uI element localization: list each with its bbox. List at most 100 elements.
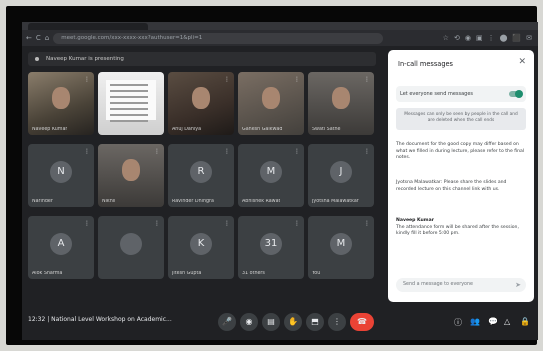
- mic-muted-icon: ⋮: [364, 220, 370, 227]
- participant-video: [192, 87, 210, 110]
- reload-icon[interactable]: C: [36, 34, 41, 42]
- captions-button[interactable]: ▤: [262, 313, 280, 331]
- mic-muted-icon: ⋮: [84, 220, 90, 227]
- end-call-button[interactable]: ☎: [350, 313, 374, 331]
- info-icon[interactable]: ⓘ: [454, 317, 462, 328]
- more-options-button[interactable]: ⋮: [328, 313, 346, 331]
- activities-icon[interactable]: △: [504, 317, 510, 326]
- camera-button[interactable]: ◉: [240, 313, 258, 331]
- back-icon[interactable]: ←: [26, 34, 32, 42]
- extension-icon[interactable]: ⟲: [454, 34, 460, 42]
- participant-tile[interactable]: ⋮ Ganesh Gaikwad: [238, 72, 304, 135]
- info-separator: |: [47, 316, 50, 323]
- participant-video: [332, 87, 350, 110]
- avatar: N: [50, 160, 72, 183]
- shared-document-thumbnail: [106, 80, 156, 122]
- mic-muted-icon: ⋮: [364, 76, 370, 83]
- participant-grid: ⋮ Naveep Kumar ⋮ ⋮ Anuj Dahiya ⋮ Ganesh Gaikwa…: [28, 72, 378, 290]
- mic-muted-icon: ⋮: [364, 148, 370, 155]
- extension-icon[interactable]: ▣: [476, 34, 483, 42]
- participant-tile[interactable]: ⋮: [98, 72, 164, 135]
- participant-tile[interactable]: K ⋮ Jitesh Gupta: [168, 216, 234, 279]
- mic-muted-icon: ⋮: [294, 148, 300, 155]
- chat-message: Naveep Kumar The attendance form will be…: [396, 218, 526, 238]
- allow-messages-row: Let everyone send messages: [396, 86, 526, 102]
- participant-name: Jitesh Gupta: [172, 271, 202, 276]
- extension-icons: ☆ ⟲ ◉ ▣ ⋮ ⬤ ⬛ ✉: [443, 34, 534, 42]
- mic-muted-icon: ⋮: [154, 76, 160, 83]
- mic-muted-icon: ⋮: [294, 220, 300, 227]
- participant-tile[interactable]: ⋮ Naveep Kumar: [28, 72, 94, 135]
- participant-name: Alok Sharma: [32, 271, 63, 276]
- active-tab[interactable]: [28, 23, 148, 30]
- extension-icon[interactable]: ◉: [465, 34, 471, 42]
- participant-video: [122, 159, 140, 182]
- avatar: M: [260, 160, 282, 183]
- extension-icon[interactable]: ⬛: [512, 34, 521, 42]
- message-input[interactable]: Send a message to everyone ➤: [396, 278, 526, 292]
- avatar: R: [190, 160, 212, 183]
- chat-message: The document for the good copy may diffe…: [396, 142, 526, 162]
- mic-muted-icon: ⋮: [224, 148, 230, 155]
- profile-icon[interactable]: ⬤: [500, 34, 508, 42]
- participant-name: Narinder: [32, 199, 53, 204]
- people-icon[interactable]: 👥: [470, 317, 480, 326]
- participant-name: Naveep Kumar: [32, 127, 68, 132]
- toggle-label: Let everyone send messages: [400, 91, 474, 97]
- mic-button[interactable]: 🎤: [218, 313, 236, 331]
- participant-tile[interactable]: A ⋮ Alok Sharma: [28, 216, 94, 279]
- participant-name: Swati Sathe: [312, 127, 341, 132]
- menu-icon[interactable]: ⋮: [488, 34, 495, 42]
- mic-muted-icon: ⋮: [224, 76, 230, 83]
- participant-tile[interactable]: ⋮ Anuj Dahiya: [168, 72, 234, 135]
- mic-muted-icon: ⋮: [154, 148, 160, 155]
- mic-muted-icon: ⋮: [84, 148, 90, 155]
- home-icon[interactable]: ⌂: [45, 34, 49, 42]
- presenting-banner[interactable]: Naveep Kumar is presenting: [28, 52, 376, 66]
- participant-tile[interactable]: N ⋮ Narinder: [28, 144, 94, 207]
- allow-messages-toggle[interactable]: [509, 90, 523, 98]
- close-icon[interactable]: ✕: [518, 57, 526, 67]
- participant-name: Jyotsna Malawatkar: [312, 199, 359, 204]
- message-text: The document for the good copy may diffe…: [396, 142, 525, 160]
- chat-notice: Messages can only be seen by people in t…: [396, 108, 526, 130]
- host-controls-icon[interactable]: 🔒: [520, 317, 530, 326]
- participant-name: You: [312, 271, 321, 276]
- mic-muted-icon: ⋮: [154, 220, 160, 227]
- raise-hand-button[interactable]: ✋: [284, 313, 302, 331]
- presenting-icon: [35, 57, 39, 61]
- participant-name: Ganesh Gaikwad: [242, 127, 283, 132]
- meeting-title: National Level Workshop on Academic...: [51, 316, 172, 323]
- bookmark-star-icon[interactable]: ☆: [443, 34, 449, 42]
- participant-tile[interactable]: 31 ⋮ 31 others: [238, 216, 304, 279]
- avatar: K: [190, 232, 212, 255]
- participant-video: [262, 87, 280, 110]
- mic-muted-icon: ⋮: [84, 76, 90, 83]
- address-toolbar: ← C ⌂ meet.google.com/xxx-xxxx-xxx?authu…: [22, 30, 538, 46]
- mic-muted-icon: ⋮: [294, 76, 300, 83]
- participant-name: Abhishek Rawat: [242, 199, 281, 204]
- mail-icon[interactable]: ✉: [526, 34, 532, 42]
- participant-name: 31 others: [242, 271, 265, 276]
- participant-tile[interactable]: M ⋮ You: [308, 216, 374, 279]
- send-icon[interactable]: ➤: [515, 278, 521, 292]
- participant-tile[interactable]: ⋮: [98, 216, 164, 279]
- participant-tile[interactable]: R ⋮ Ravinder Dhingra: [168, 144, 234, 207]
- chat-message: Jyotsna Malawatkar: Please share the sli…: [396, 180, 526, 193]
- participant-name: Anuj Dahiya: [172, 127, 202, 132]
- avatar: A: [50, 232, 72, 255]
- message-placeholder: Send a message to everyone: [403, 282, 473, 287]
- meeting-info: 12:32 | National Level Workshop on Acade…: [28, 316, 172, 323]
- participant-tile[interactable]: ⋮ Swati Sathe: [308, 72, 374, 135]
- avatar: M: [330, 232, 352, 255]
- chat-icon[interactable]: 💬: [488, 317, 498, 326]
- participant-tile[interactable]: ⋮ Nikhil: [98, 144, 164, 207]
- message-text: The attendance form will be shared after…: [396, 224, 519, 237]
- tab-strip: [22, 22, 538, 30]
- presenting-text: Naveep Kumar is presenting: [46, 56, 124, 62]
- url-field[interactable]: meet.google.com/xxx-xxxx-xxx?authuser=1&…: [53, 32, 384, 44]
- participant-tile[interactable]: J ⋮ Jyotsna Malawatkar: [308, 144, 374, 207]
- participant-tile[interactable]: M ⋮ Abhishek Rawat: [238, 144, 304, 207]
- present-button[interactable]: ⬒: [306, 313, 324, 331]
- meet-screen: ← C ⌂ meet.google.com/xxx-xxxx-xxx?authu…: [22, 22, 538, 340]
